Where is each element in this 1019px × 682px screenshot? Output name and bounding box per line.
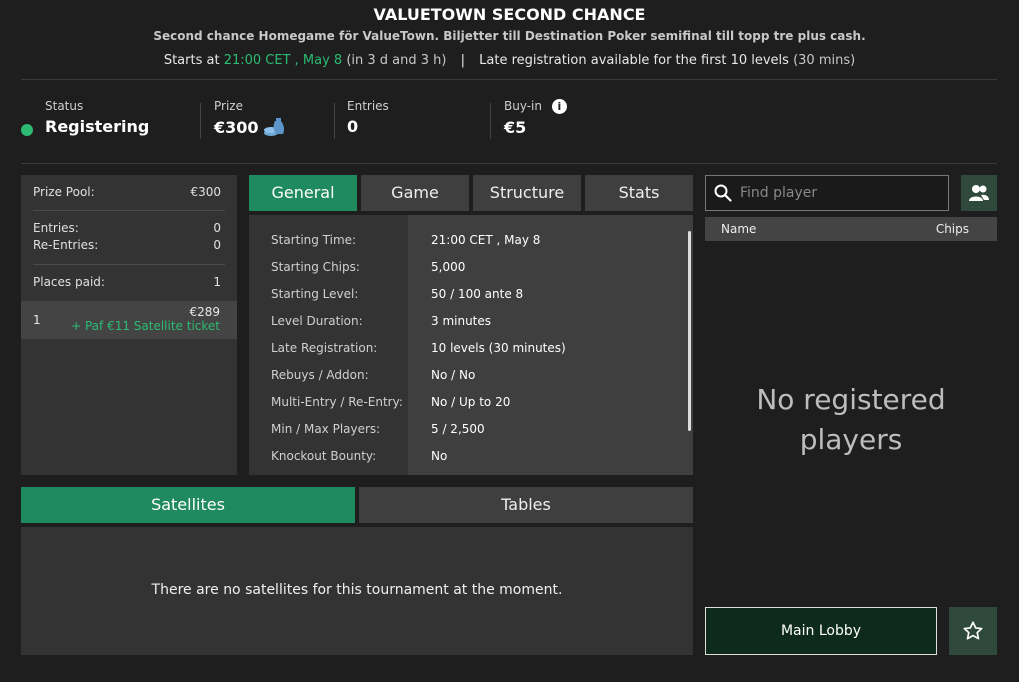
star-icon [962,620,984,642]
general-details-panel: Starting Time: 21:00 CET , May 8 Startin… [249,215,693,475]
main-lobby-button[interactable]: Main Lobby [705,607,937,655]
entries-stat: Entries 0 [347,99,389,136]
search-icon [714,184,732,202]
header-divider [21,79,997,80]
tab-satellites[interactable]: Satellites [21,487,355,523]
buyin-stat: Buy-in i €5 [504,99,567,137]
detail-value: No / No [431,368,476,382]
detail-label: Starting Time: [271,233,357,247]
tab-structure[interactable]: Structure [473,175,581,211]
stat-divider [334,103,335,139]
tournament-subtitle: Second chance Homegame för ValueTown. Bi… [153,29,866,43]
countdown: (in 3 d and 3 h) [346,53,447,68]
tab-general[interactable]: General [249,175,357,211]
players-table-header: Name Chips [705,217,997,241]
detail-value: 10 levels (30 minutes) [431,341,566,355]
reentries-row: Re-Entries: 0 [21,235,237,256]
player-search [705,175,949,211]
detail-row: Level Duration: 3 minutes [249,308,693,335]
column-chips: Chips [935,222,969,236]
detail-row: Min / Max Players: 5 / 2,500 [249,416,693,443]
stat-divider [200,103,201,139]
stat-divider [490,103,491,139]
prize-value: €300 [214,117,259,137]
payout-row: 1 €289 + Paf €11 Satellite ticket [21,301,237,339]
detail-label: Knockout Bounty: [271,449,377,463]
detail-value: 5,000 [431,260,466,274]
detail-row: Multi-Entry / Re-Entry: No / Up to 20 [249,389,693,416]
entries-label: Entries [347,99,389,113]
details-scrollbar[interactable] [688,231,691,431]
buyin-label: Buy-in [504,99,542,113]
detail-row: Starting Level: 50 / 100 ante 8 [249,281,693,308]
reentries-value: 0 [213,238,221,252]
info-icon[interactable]: i [551,99,567,114]
places-paid-label: Places paid: [33,275,105,289]
detail-row: Starting Chips: 5,000 [249,254,693,281]
no-satellites-message: There are no satellites for this tournam… [151,582,563,598]
detail-row: Starting Time: 21:00 CET , May 8 [249,227,693,254]
prize-pool-row: Prize Pool: €300 [21,175,237,210]
entries-value: 0 [347,117,359,136]
registered-players-button[interactable] [961,175,997,211]
detail-label: Multi-Entry / Re-Entry: [271,395,403,409]
detail-row: Late Registration: 10 levels (30 minutes… [249,335,693,362]
prize-pool-label: Prize Pool: [33,185,95,199]
detail-row: Knockout Bounty: No [249,443,693,470]
no-players-message: No registered players [756,383,946,456]
places-paid-value: 1 [213,275,221,289]
tournament-title: VALUETOWN SECOND CHANCE [373,5,646,24]
separator: | [460,53,466,68]
detail-value: 50 / 100 ante 8 [431,287,524,301]
details-tabs: General Game Structure Stats [249,175,693,211]
detail-label: Rebuys / Addon: [271,368,369,382]
detail-row: Rebuys / Addon: No / No [249,362,693,389]
tab-game[interactable]: Game [361,175,469,211]
prize-label: Prize [214,99,243,113]
status-label: Status [45,99,84,113]
tab-tables[interactable]: Tables [359,487,693,523]
detail-value: 3 minutes [431,314,492,328]
stats-divider [21,163,997,164]
entries-label: Entries: [33,221,79,235]
tab-stats[interactable]: Stats [585,175,693,211]
payout-amount: €289 [189,305,220,319]
detail-label: Late Registration: [271,341,378,355]
status-stat: Status Registering [45,99,149,136]
prize-stat: Prize €300 [214,99,285,137]
payout-extra: + Paf €11 Satellite ticket [71,319,220,333]
detail-label: Starting Level: [271,287,359,301]
late-registration-info: Late registration available for the firs… [479,53,789,68]
detail-label: Starting Chips: [271,260,360,274]
start-time: 21:00 CET , May 8 [223,53,343,68]
prize-pool-value: €300 [190,185,221,199]
detail-value: 5 / 2,500 [431,422,485,436]
detail-label: Level Duration: [271,314,363,328]
search-input[interactable] [740,185,930,201]
places-paid-row: Places paid: 1 [21,265,237,301]
status-indicator-dot [21,124,33,136]
starts-label: Starts at [163,53,220,68]
payout-place: 1 [33,313,41,327]
detail-value: 21:00 CET , May 8 [431,233,541,247]
status-value: Registering [45,117,150,136]
entries-row: Entries: 0 [21,211,237,235]
reentries-label: Re-Entries: [33,238,99,252]
detail-label: Min / Max Players: [271,422,381,436]
satellites-panel: There are no satellites for this tournam… [21,527,693,655]
bottom-tabs: Satellites Tables [21,487,693,523]
prize-pool-panel: Prize Pool: €300 Entries: 0 Re-Entries: … [21,175,237,475]
money-bag-icon [263,117,285,137]
column-name: Name [721,222,757,236]
tournament-schedule: Starts at 21:00 CET , May 8 (in 3 d and … [0,53,1019,68]
late-registration-duration: (30 mins) [793,53,856,68]
entries-value: 0 [213,221,221,235]
users-icon [969,184,989,202]
buyin-value: €5 [504,118,527,137]
detail-value: No [431,449,448,463]
detail-value: No / Up to 20 [431,395,511,409]
favorite-button[interactable] [949,607,997,655]
